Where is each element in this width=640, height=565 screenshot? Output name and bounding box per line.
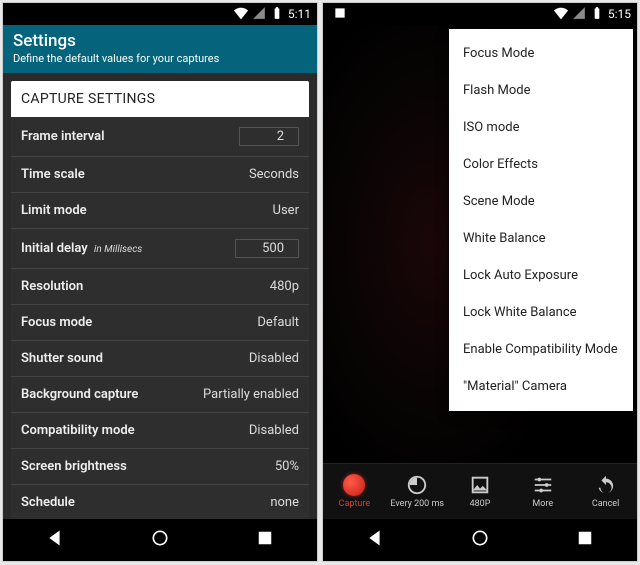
status-bar: 5:15 [323, 3, 637, 25]
settings-list[interactable]: Frame interval 2 Time scale Seconds Limit mo… [11, 117, 309, 519]
camera-toolbar: Capture Every 200 ms 480P More Cancel [323, 463, 637, 519]
battery-icon [590, 6, 604, 23]
row-label: Schedule [21, 495, 75, 510]
timer-icon [406, 474, 428, 496]
nav-home-button[interactable] [150, 528, 170, 552]
settings-row-compatibility-mode[interactable]: Compatibility mode Disabled [11, 413, 309, 449]
settings-row-time-scale[interactable]: Time scale Seconds [11, 157, 309, 193]
signal-icon [252, 6, 266, 23]
row-value: Default [257, 315, 299, 330]
section-header-capture: CAPTURE SETTINGS [11, 81, 309, 117]
settings-row-shutter-sound[interactable]: Shutter sound Disabled [11, 341, 309, 377]
row-value: Seconds [249, 167, 299, 182]
row-label: Compatibility mode [21, 423, 135, 438]
menu-item-focus-mode[interactable]: Focus Mode [449, 35, 633, 72]
toolbar-label: Capture [339, 499, 370, 509]
row-value: Disabled [249, 351, 299, 366]
record-icon [343, 474, 365, 496]
status-bar: 5:11 [3, 3, 317, 25]
toolbar-more-button[interactable]: More [511, 474, 574, 509]
wifi-icon [554, 6, 568, 23]
settings-row-initial-delay[interactable]: Initial delay in Millisecs 500 [11, 229, 309, 269]
row-label: Initial delay in Millisecs [21, 241, 142, 256]
status-time: 5:15 [608, 7, 631, 21]
camera-options-menu: Focus ModeFlash ModeISO modeColor Effect… [449, 29, 633, 411]
page-subtitle: Define the default values for your captu… [13, 52, 307, 65]
nav-home-button[interactable] [470, 528, 490, 552]
menu-item-iso-mode[interactable]: ISO mode [449, 109, 633, 146]
image-indicator-icon [333, 6, 347, 23]
menu-item-enable-compatibility-mode[interactable]: Enable Compatibility Mode [449, 331, 633, 368]
toolbar-res-button[interactable]: 480P [449, 474, 512, 509]
settings-row-limit-mode[interactable]: Limit mode User [11, 193, 309, 229]
nav-recent-button[interactable] [575, 528, 595, 552]
menu-item-flash-mode[interactable]: Flash Mode [449, 72, 633, 109]
row-label: Limit mode [21, 203, 87, 218]
sliders-icon [532, 474, 554, 496]
settings-row-screen-brightness[interactable]: Screen brightness 50% [11, 449, 309, 485]
status-time: 5:11 [288, 7, 311, 21]
toolbar-capture-button[interactable]: Capture [323, 474, 386, 509]
toolbar-label: Cancel [592, 499, 619, 509]
nav-back-button[interactable] [45, 528, 65, 552]
toolbar-label: More [532, 499, 553, 509]
toolbar-interval-button[interactable]: Every 200 ms [386, 474, 449, 509]
row-label: Frame interval [21, 129, 105, 144]
settings-screen: 5:11 Settings Define the default values … [2, 2, 318, 562]
camera-viewport: Focus ModeFlash ModeISO modeColor Effect… [323, 25, 637, 463]
page-title: Settings [13, 31, 307, 51]
row-value: none [270, 495, 299, 510]
settings-body: CAPTURE SETTINGS Frame interval 2 Time sca… [3, 73, 317, 519]
row-value: Partially enabled [203, 387, 299, 402]
row-value: 50% [275, 459, 299, 474]
settings-row-resolution[interactable]: Resolution 480p [11, 269, 309, 305]
wifi-icon [234, 6, 248, 23]
nav-recent-button[interactable] [255, 528, 275, 552]
toolbar-label: Every 200 ms [390, 499, 444, 509]
row-value: 2 [239, 127, 299, 146]
battery-icon [270, 6, 284, 23]
system-nav-bar [3, 519, 317, 561]
toolbar-cancel-button[interactable]: Cancel [574, 474, 637, 509]
menu-item-lock-white-balance[interactable]: Lock White Balance [449, 294, 633, 331]
row-label: Screen brightness [21, 459, 127, 474]
row-label: Background capture [21, 387, 138, 402]
settings-row-schedule[interactable]: Schedule none [11, 485, 309, 519]
image-icon [469, 474, 491, 496]
menu-item-scene-mode[interactable]: Scene Mode [449, 183, 633, 220]
row-value: 500 [235, 239, 299, 258]
menu-item--material-camera[interactable]: "Material" Camera [449, 368, 633, 405]
row-label: Time scale [21, 167, 85, 182]
nav-back-button[interactable] [365, 528, 385, 552]
menu-item-lock-auto-exposure[interactable]: Lock Auto Exposure [449, 257, 633, 294]
menu-item-color-effects[interactable]: Color Effects [449, 146, 633, 183]
row-label: Focus mode [21, 315, 92, 330]
signal-icon [572, 6, 586, 23]
row-value: Disabled [249, 423, 299, 438]
system-nav-bar [323, 519, 637, 561]
row-value: 480p [270, 279, 299, 294]
row-value: User [273, 203, 299, 218]
camera-screen: 5:15 Focus ModeFlash ModeISO modeColor E… [322, 2, 638, 562]
row-label: Resolution [21, 279, 83, 294]
row-hint: in Millisecs [94, 244, 142, 255]
row-label: Shutter sound [21, 351, 103, 366]
settings-row-focus-mode[interactable]: Focus mode Default [11, 305, 309, 341]
settings-row-frame-interval[interactable]: Frame interval 2 [11, 117, 309, 157]
settings-header: Settings Define the default values for y… [3, 25, 317, 73]
undo-icon [595, 474, 617, 496]
settings-row-background-capture[interactable]: Background capture Partially enabled [11, 377, 309, 413]
toolbar-label: 480P [470, 499, 491, 509]
menu-item-white-balance[interactable]: White Balance [449, 220, 633, 257]
